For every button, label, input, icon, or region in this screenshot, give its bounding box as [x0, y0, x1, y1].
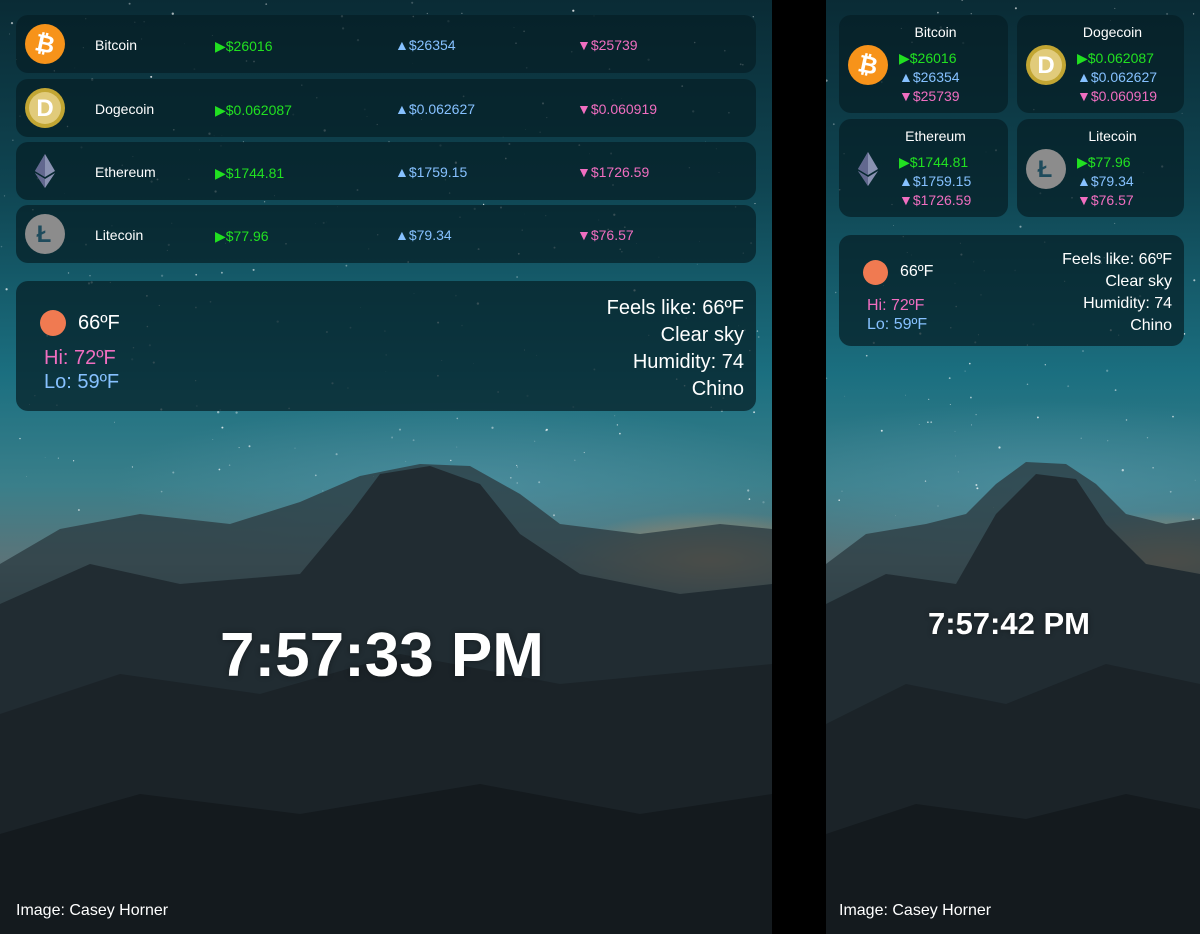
- crypto-tile-dogecoin: Dogecoin ▶$0.062087 ▲$0.062627 ▼$0.06091…: [1017, 15, 1184, 113]
- coin-values: ▶$26016 ▲$26354 ▼$25739: [899, 49, 960, 106]
- image-credit: Image: Casey Horner: [839, 902, 992, 919]
- humidity: Humidity: 74: [1083, 295, 1172, 312]
- temp-low: Lo: 59ºF: [867, 316, 928, 333]
- coin-price: ▶$26016: [215, 38, 273, 54]
- coin-high: ▲$79.34: [395, 227, 452, 243]
- coin-price: ▶$0.062087: [1077, 50, 1154, 66]
- litecoin-icon: [1025, 148, 1067, 190]
- coin-name: Bitcoin: [95, 37, 138, 53]
- coin-high: ▲$0.062627: [395, 101, 476, 117]
- temp-high: Hi: 72ºF: [44, 347, 116, 369]
- coin-low: ▼$1726.59: [577, 164, 650, 180]
- crypto-tile-ethereum: Ethereum ▶$1744.81 ▲$1759.15 ▼$1726.59: [839, 119, 1008, 217]
- feels-like: Feels like: 66ºF: [1062, 251, 1172, 268]
- weather-details: Feels like: 66ºF Clear sky Humidity: 74 …: [1062, 249, 1172, 337]
- coin-price: ▶$1744.81: [899, 154, 969, 170]
- coin-price: ▶$26016: [899, 50, 957, 66]
- image-credit: Image: Casey Horner: [16, 902, 169, 919]
- current-temp: 66ºF: [900, 263, 934, 280]
- coin-values: ▶$1744.81 ▲$1759.15 ▼$1726.59: [899, 153, 971, 210]
- bitcoin-icon: [24, 23, 66, 65]
- coin-low: ▼$0.060919: [577, 101, 658, 117]
- ethereum-icon: [24, 150, 66, 192]
- coin-name: Dogecoin: [95, 101, 155, 117]
- ethereum-icon: [847, 148, 889, 190]
- crypto-row-bitcoin: Bitcoin ▶$26016 ▲$26354 ▼$25739: [16, 15, 756, 73]
- coin-low: ▼$1726.59: [899, 192, 972, 208]
- coin-price: ▶$77.96: [1077, 154, 1131, 170]
- coin-high: ▲$1759.15: [395, 164, 468, 180]
- coin-high: ▲$26354: [899, 69, 960, 85]
- right-dashboard: Bitcoin ▶$26016 ▲$26354 ▼$25739 Dogecoin…: [826, 0, 1200, 934]
- coin-name: Ethereum: [905, 128, 966, 144]
- coin-name: Dogecoin: [1082, 24, 1143, 40]
- weather-description: Clear sky: [660, 324, 744, 346]
- coin-name: Bitcoin: [914, 24, 957, 40]
- crypto-row-litecoin: Litecoin ▶$77.96 ▲$79.34 ▼$76.57: [16, 205, 756, 263]
- crypto-tile-bitcoin: Bitcoin ▶$26016 ▲$26354 ▼$25739: [839, 15, 1008, 113]
- location: Chino: [1130, 317, 1172, 334]
- mountain-silhouette: [826, 462, 1200, 934]
- dogecoin-icon: [1025, 44, 1067, 86]
- coin-price: ▶$0.062087: [215, 102, 292, 118]
- coin-price: ▶$1744.81: [215, 165, 285, 181]
- coin-high: ▲$0.062627: [1077, 69, 1158, 85]
- coin-high: ▲$79.34: [1077, 173, 1134, 189]
- dogecoin-icon: [24, 87, 66, 129]
- sun-icon: [40, 310, 66, 336]
- clock: 7:57:33 PM: [220, 621, 544, 690]
- sun-icon: [863, 260, 888, 285]
- coin-low: ▼$25739: [577, 37, 638, 53]
- coin-price: ▶$77.96: [215, 228, 269, 244]
- coin-name: Ethereum: [95, 164, 156, 180]
- coin-name: Litecoin: [1088, 128, 1137, 144]
- bitcoin-icon: [847, 44, 889, 86]
- current-temp: 66ºF: [78, 312, 120, 334]
- crypto-row-ethereum: Ethereum ▶$1744.81 ▲$1759.15 ▼$1726.59: [16, 142, 756, 200]
- coin-values: ▶$0.062087 ▲$0.062627 ▼$0.060919: [1077, 49, 1157, 106]
- litecoin-icon: [24, 213, 66, 255]
- location: Chino: [691, 378, 744, 400]
- crypto-row-dogecoin: Dogecoin ▶$0.062087 ▲$0.062627 ▼$0.06091…: [16, 79, 756, 137]
- temp-high: Hi: 72ºF: [867, 297, 925, 314]
- coin-high: ▲$1759.15: [899, 173, 972, 189]
- weather-details: Feels like: 66ºF Clear sky Humidity: 74 …: [607, 295, 744, 403]
- feels-like: Feels like: 66ºF: [606, 297, 744, 319]
- coin-values: ▶$77.96 ▲$79.34 ▼$76.57: [1077, 153, 1134, 210]
- weather-card: 66ºF Hi: 72ºF Lo: 59ºF Feels like: 66ºF …: [839, 235, 1184, 346]
- coin-name: Litecoin: [95, 227, 144, 243]
- coin-low: ▼$25739: [899, 88, 960, 104]
- temp-low: Lo: 59ºF: [44, 371, 120, 393]
- crypto-tile-litecoin: Litecoin ▶$77.96 ▲$79.34 ▼$76.57: [1017, 119, 1184, 217]
- coin-low: ▼$76.57: [577, 227, 634, 243]
- mountain-silhouette: [0, 464, 772, 934]
- weather-description: Clear sky: [1105, 273, 1172, 290]
- weather-card: 66ºF Hi: 72ºF Lo: 59ºF Feels like: 66ºF …: [16, 281, 756, 411]
- left-dashboard: Bitcoin ▶$26016 ▲$26354 ▼$25739 Dogecoin…: [0, 0, 772, 934]
- humidity: Humidity: 74: [632, 351, 744, 373]
- coin-low: ▼$0.060919: [1077, 88, 1158, 104]
- clock: 7:57:42 PM: [928, 606, 1090, 641]
- coin-high: ▲$26354: [395, 37, 456, 53]
- coin-low: ▼$76.57: [1077, 192, 1134, 208]
